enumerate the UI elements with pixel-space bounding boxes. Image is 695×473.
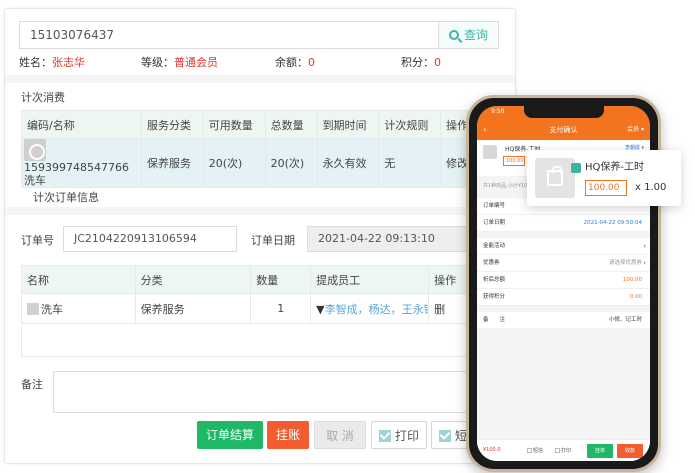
search-button[interactable]: 查询 [438, 22, 498, 48]
list-item[interactable]: 订单日期 2021-04-22 09:50:04 [477, 215, 650, 232]
list-item[interactable]: 金能活动 › [477, 238, 650, 255]
col-header: 名称 [21, 265, 136, 294]
badge-icon [571, 163, 581, 173]
collect-payment-button[interactable]: 收款 [617, 444, 643, 458]
staff-cell[interactable]: ▼李智成，杨达，王永锋 [310, 293, 430, 324]
chevron-right-icon: › [643, 242, 646, 250]
phone-footer: ¥100.0 短信 打印 挂单 收款 [477, 439, 650, 461]
search-icon [448, 30, 459, 40]
expiry-cell: 永久有效 [316, 138, 380, 188]
product-price-input[interactable]: 100.00 [503, 156, 525, 166]
member-button[interactable]: 会员 ▾ [627, 120, 644, 140]
table-row[interactable]: 159399748547766 洗车 保养服务 20(次) 20(次) 永久有效 … [21, 138, 491, 188]
col-header: 提成员工 [310, 265, 430, 294]
item-thumbnail [24, 139, 46, 161]
phone-time: 9:50 [491, 108, 505, 115]
divider [5, 207, 515, 215]
card-price-input[interactable]: 100.00 [585, 180, 627, 196]
count-consumption-title: 计次消费 [21, 91, 65, 104]
level-field: 等级：普通会员 [141, 56, 218, 69]
order-info-title: 计次订单信息 [33, 191, 99, 204]
checkbox-checked-icon [438, 430, 451, 442]
item-code: 159399748547766 [24, 161, 129, 174]
category-cell: 保养服务 [134, 293, 252, 324]
col-header: 总数量 [264, 110, 318, 139]
phone-title: 支付确认 [549, 126, 578, 134]
col-header: 计次规则 [378, 110, 442, 139]
checkbox-checked-icon [378, 430, 391, 442]
col-header: 数量 [250, 265, 312, 294]
balance-field: 余额：0 [275, 56, 315, 69]
member-info: 姓名：张志华 等级：普通会员 余额：0 积分：0 [19, 54, 509, 70]
col-header: 可用数量 [202, 110, 266, 139]
qty-cell[interactable]: 1 [250, 293, 312, 324]
col-header: 分类 [134, 265, 252, 294]
hold-button[interactable]: 挂账 [267, 421, 309, 449]
card-quantity: x 1.00 [635, 182, 667, 193]
total-cell: 20(次) [264, 138, 318, 188]
order-items-table: 名称 分类 数量 提成员工 操作 洗车 保养服务 1 ▼李智成，杨达，王永锋 删 [21, 265, 491, 324]
hold-order-button[interactable]: 挂单 [587, 444, 613, 458]
col-header: 编码/名称 [21, 110, 142, 139]
list-item: 获得积分 0.00 [477, 289, 650, 306]
order-no-field[interactable]: JC2104220913106594 [63, 226, 237, 252]
col-header: 服务分类 [140, 110, 204, 139]
list-item: 折后总额 100.00 [477, 272, 650, 289]
points-field: 积分：0 [401, 56, 441, 69]
footer-total: ¥100.0 [483, 447, 501, 453]
order-no-label: 订单号 [21, 234, 54, 247]
rule-cell: 无 [378, 138, 442, 188]
back-icon[interactable]: ‹ [483, 120, 487, 140]
available-cell: 20(次) [202, 138, 266, 188]
col-header: 到期时间 [316, 110, 380, 139]
member-search: 15103076437 查询 [19, 21, 499, 49]
sms-checkbox[interactable]: 短信 [527, 447, 543, 454]
phone-header: ‹ 支付确认 会员 ▾ [477, 120, 650, 140]
category-cell: 保养服务 [140, 138, 204, 188]
item-thumbnail [27, 302, 39, 315]
shopping-bag-icon [547, 166, 563, 186]
search-button-label: 查询 [463, 28, 488, 42]
item-name: 洗车 [24, 174, 46, 187]
checkout-button[interactable]: 订单结算 [197, 421, 263, 449]
list-item[interactable]: 备 注小修、记工时 [477, 312, 650, 329]
divider [5, 75, 515, 83]
product-thumbnail [483, 145, 497, 159]
table-empty-area [21, 327, 491, 357]
table-row[interactable]: 洗车 保养服务 1 ▼李智成，杨达，王永锋 删 [21, 293, 491, 324]
remark-input[interactable] [53, 371, 497, 413]
product-image [535, 158, 581, 198]
order-date-label: 订单日期 [251, 234, 295, 247]
print-checkbox[interactable]: 打印 [371, 421, 427, 449]
dropdown-triangle-icon: ▼ [316, 302, 325, 316]
card-title: HQ保养-工时 [585, 162, 644, 173]
chevron-right-icon: › [643, 259, 646, 267]
list-item[interactable]: 优惠券 请选择优惠券 › [477, 255, 650, 272]
cashier-panel: 15103076437 查询 姓名：张志华 等级：普通会员 余额：0 积分：0 … [4, 8, 516, 464]
cancel-button[interactable]: 取 消 [314, 421, 366, 449]
product-popup-card: HQ保养-工时 100.00 x 1.00 [527, 150, 681, 206]
search-input[interactable]: 15103076437 [20, 22, 440, 48]
remark-label: 备注 [21, 378, 43, 391]
name-field: 姓名：张志华 [19, 56, 85, 69]
print-checkbox[interactable]: 打印 [555, 447, 571, 454]
item-name-cell: 洗车 [21, 293, 136, 324]
phone-notch [523, 106, 604, 118]
order-date-field: 2021-04-22 09:13:10 [307, 226, 487, 252]
item-cell: 159399748547766 洗车 [21, 138, 142, 188]
count-consumption-table: 编码/名称 服务分类 可用数量 总数量 到期时间 计次规则 操作 1593997… [21, 110, 491, 188]
phone-order-rows: 订单编号 订单日期 2021-04-22 09:50:04 金能活动 › 优惠券 请选… [477, 198, 650, 329]
